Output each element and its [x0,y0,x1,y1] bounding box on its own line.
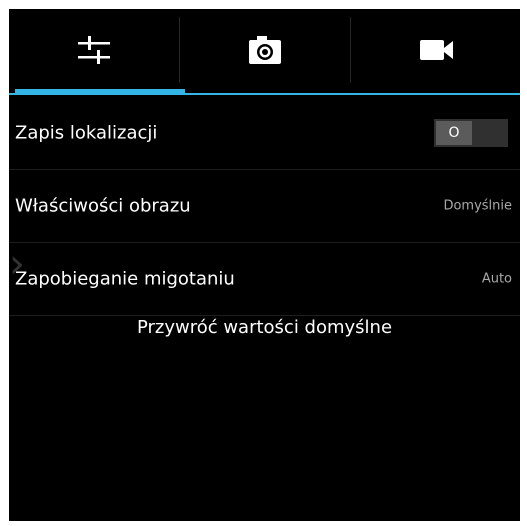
sliders-icon [78,36,110,64]
setting-label: Zapobieganie migotaniu [15,268,235,290]
video-camera-icon [419,40,453,60]
toggle-thumb: O [436,121,472,145]
tab-general-settings[interactable] [9,9,179,91]
setting-value: Auto [481,271,512,287]
active-tab-indicator [15,89,185,95]
setting-picture-properties[interactable]: Właściwości obrazu Domyślnie [9,170,520,243]
setting-value: Domyślnie [443,198,512,214]
camera-icon [249,36,281,64]
setting-label: Zapis lokalizacji [15,122,158,144]
settings-list: Zapis lokalizacji O Właściwości obrazu D… [9,97,520,316]
camera-settings-screen: › Zapis lokalizacji O Właściwości obrazu… [9,9,520,521]
setting-location-recording[interactable]: Zapis lokalizacji O [9,97,520,170]
setting-label: Właściwości obrazu [15,195,191,217]
tab-photo-settings[interactable] [180,9,350,91]
setting-anti-flicker[interactable]: Zapobieganie migotaniu Auto [9,243,520,316]
restore-defaults-button[interactable]: Przywróć wartości domyślne [9,317,520,338]
settings-tab-bar [9,9,520,95]
location-toggle[interactable]: O [434,119,508,147]
tab-video-settings[interactable] [351,9,520,91]
